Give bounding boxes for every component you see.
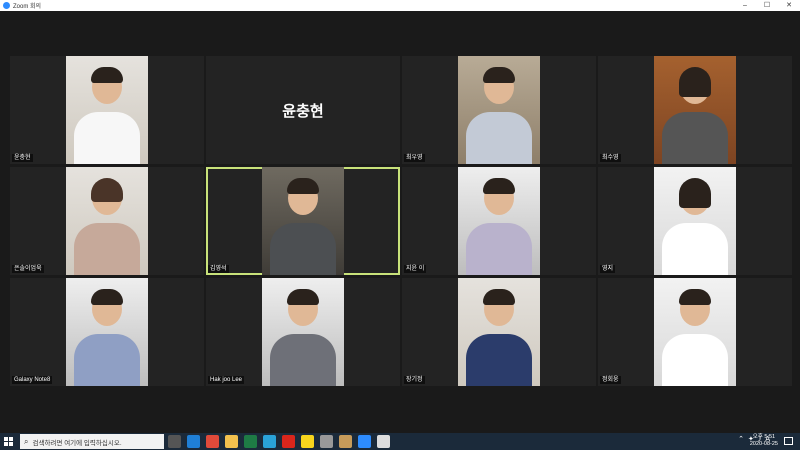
participant-name: 윤충현 <box>12 154 33 162</box>
kakaotalk-icon[interactable] <box>301 435 314 448</box>
zoom-logo-icon <box>3 2 10 9</box>
participant-video <box>458 56 540 164</box>
participant-tile[interactable]: Galaxy Note8 <box>10 278 204 386</box>
app-icon[interactable] <box>320 435 333 448</box>
window-controls: – ☐ ✕ <box>734 0 800 11</box>
notification-icon[interactable] <box>784 437 793 445</box>
edge-icon[interactable] <box>187 435 200 448</box>
clock-time: 오후 5:51 <box>752 434 776 440</box>
participant-name: Hak joo Lee <box>208 376 245 384</box>
acrobat-icon[interactable] <box>282 435 295 448</box>
participant-video <box>66 56 148 164</box>
participant-name: 장기정 <box>404 376 425 384</box>
maximize-button[interactable]: ☐ <box>756 0 778 11</box>
minimize-button[interactable]: – <box>734 0 756 11</box>
participant-tile-no-video[interactable]: 윤충현 <box>206 56 400 164</box>
participant-tile[interactable]: 최수영 <box>598 56 792 164</box>
participant-video <box>458 278 540 386</box>
participant-video <box>654 278 736 386</box>
store-icon[interactable] <box>263 435 276 448</box>
participant-tile[interactable]: 지윤 이 <box>402 167 596 275</box>
participant-video <box>66 167 148 275</box>
taskbar-search-box[interactable]: ⌕ 검색하려면 여기에 입력하십시오. <box>20 434 164 449</box>
taskbar-pinned-apps <box>168 435 396 448</box>
windows-taskbar: ⌕ 검색하려면 여기에 입력하십시오. ⌃ ✦ ♪ A 오후 5:51 2020… <box>0 433 800 450</box>
file-explorer-icon[interactable] <box>225 435 238 448</box>
participant-display-name: 윤충현 <box>282 102 324 120</box>
participant-tile[interactable]: 영지 <box>598 167 792 275</box>
title-bar: Zoom 회의 – ☐ ✕ <box>0 0 800 11</box>
task-view-icon[interactable] <box>168 435 181 448</box>
participant-tile-active-speaker[interactable]: 김영석 <box>206 167 400 275</box>
participant-name: 최우영 <box>404 154 425 162</box>
window-title: Zoom 회의 <box>13 4 42 10</box>
participant-tile[interactable]: 은솔이엄욱 <box>10 167 204 275</box>
participant-name: 영지 <box>600 265 616 273</box>
windows-start-icon[interactable] <box>4 437 13 446</box>
participant-video <box>262 167 344 275</box>
participant-name: 지윤 이 <box>404 265 427 273</box>
participant-video <box>654 167 736 275</box>
taskbar-clock[interactable]: 오후 5:51 2020-08-25 <box>750 434 778 448</box>
chevron-up-icon[interactable]: ⌃ <box>738 435 744 443</box>
participant-tile[interactable]: Hak joo Lee <box>206 278 400 386</box>
excel-icon[interactable] <box>244 435 257 448</box>
participant-video <box>66 278 148 386</box>
participant-tile[interactable]: 윤충현 <box>10 56 204 164</box>
participant-tile[interactable]: 장기정 <box>402 278 596 386</box>
clock-date: 2020-08-25 <box>749 441 778 447</box>
participant-tile[interactable]: 최우영 <box>402 56 596 164</box>
search-placeholder: 검색하려면 여기에 입력하십시오. <box>32 439 122 447</box>
participant-video <box>654 56 736 164</box>
meeting-stage: 윤충현 윤충현 최우영 최수영 은솔이엄욱 김영석 지윤 이 영지 Galaxy… <box>0 11 800 433</box>
participant-tile[interactable]: 정회웅 <box>598 278 792 386</box>
zoom-icon[interactable] <box>358 435 371 448</box>
participant-video <box>458 167 540 275</box>
participant-name: 김영석 <box>208 265 229 273</box>
participant-name: 최수영 <box>600 154 621 162</box>
participant-name: 은솔이엄욱 <box>12 265 44 273</box>
chrome-icon[interactable] <box>206 435 219 448</box>
search-icon: ⌕ <box>24 436 29 446</box>
participant-name: 정회웅 <box>600 376 621 384</box>
participant-video <box>262 278 344 386</box>
close-button[interactable]: ✕ <box>778 0 800 11</box>
app-icon[interactable] <box>339 435 352 448</box>
app-icon[interactable] <box>377 435 390 448</box>
participant-name: Galaxy Note8 <box>12 376 53 384</box>
